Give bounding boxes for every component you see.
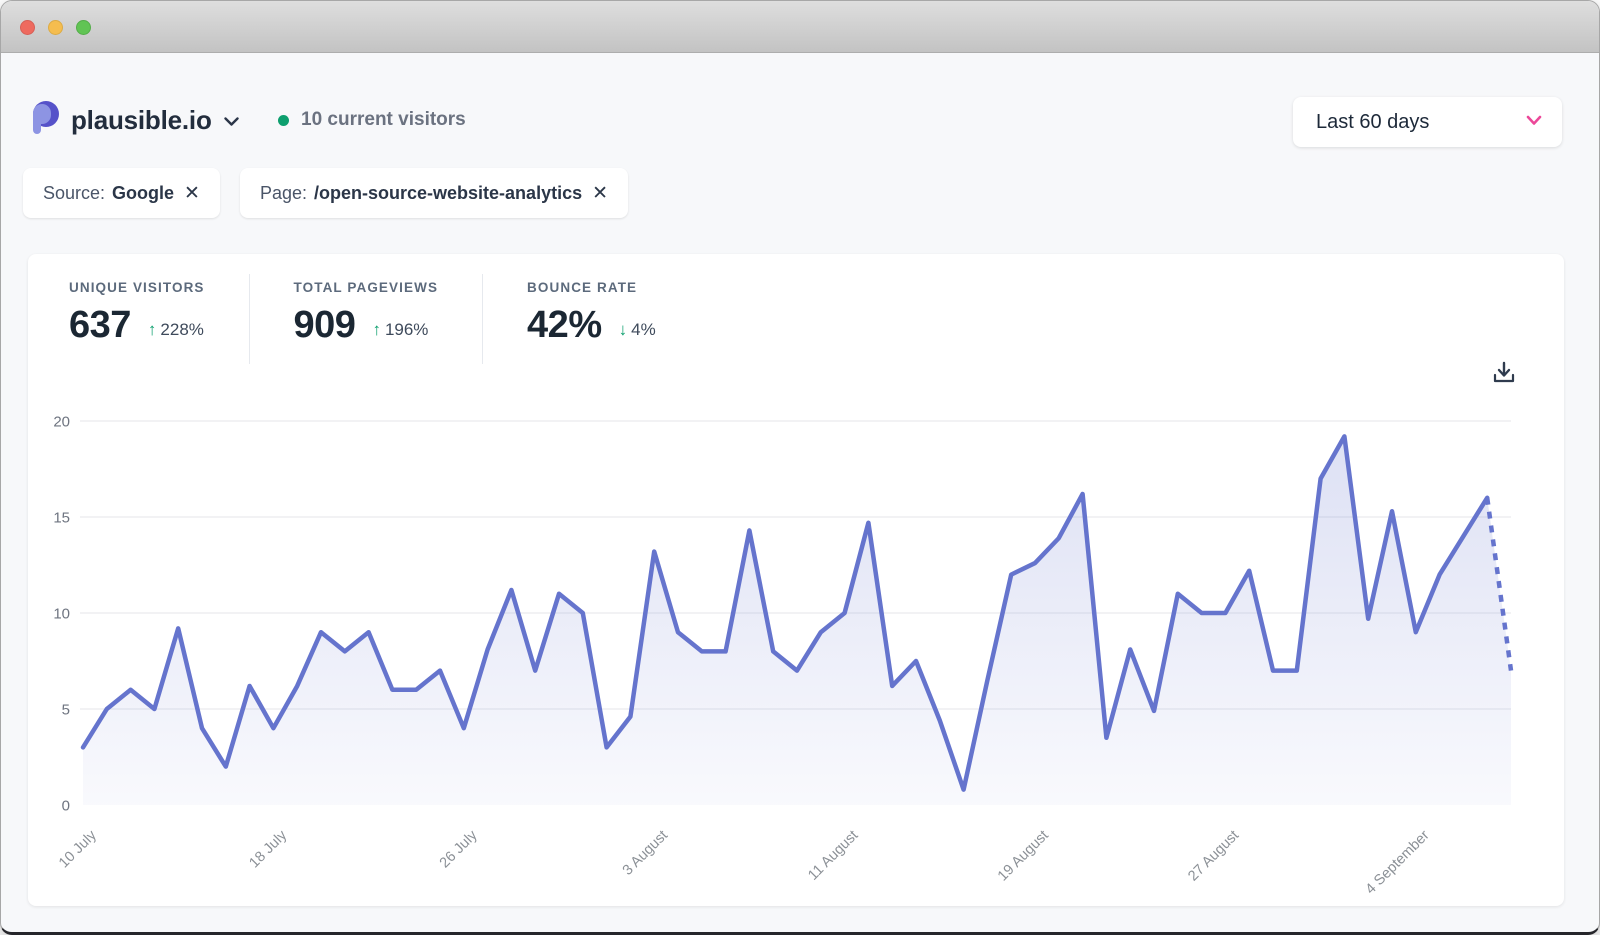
x-tick-label: 27 August — [1185, 828, 1242, 885]
y-tick-label: 0 — [62, 798, 70, 815]
window-minimize-button[interactable] — [48, 20, 63, 35]
window-close-button[interactable] — [20, 20, 35, 35]
filter-value: Google — [112, 183, 174, 204]
stat-label: TOTAL PAGEVIEWS — [294, 280, 439, 295]
area-fill — [83, 436, 1511, 805]
stat-change-value: 196% — [385, 320, 428, 340]
x-tick-label: 10 July — [56, 827, 100, 871]
x-tick-label: 26 July — [437, 827, 481, 871]
chevron-down-icon — [1526, 113, 1542, 131]
y-tick-label: 10 — [53, 606, 70, 623]
y-tick-label: 20 — [53, 414, 70, 431]
x-tick-label: 3 August — [620, 828, 671, 879]
stat-unique-visitors[interactable]: UNIQUE VISITORS 637 ↑228% — [69, 272, 249, 364]
stat-change-value: 228% — [160, 320, 203, 340]
chevron-down-icon — [224, 114, 239, 132]
x-tick-label: 4 September — [1363, 827, 1433, 897]
filter-value: /open-source-website-analytics — [314, 183, 582, 204]
stats-row: UNIQUE VISITORS 637 ↑228% TOTAL PAGEVIEW… — [69, 272, 700, 364]
app-window: plausible.io 10 current visitors Last 60… — [0, 0, 1600, 935]
current-visitors-label: 10 current visitors — [301, 109, 466, 131]
stat-label: UNIQUE VISITORS — [69, 280, 205, 295]
site-name: plausible.io — [71, 105, 212, 136]
filter-bar: Source: Google ✕ Page: /open-source-webs… — [23, 168, 628, 218]
remove-filter-icon[interactable]: ✕ — [592, 184, 608, 203]
stat-label: BOUNCE RATE — [527, 280, 656, 295]
x-tick-label: 18 July — [246, 827, 290, 871]
arrow-up-icon: ↑ — [372, 320, 381, 340]
stat-value: 909 — [294, 306, 356, 344]
current-visitors[interactable]: 10 current visitors — [278, 109, 466, 131]
y-tick-label: 5 — [62, 702, 70, 719]
stat-change-value: 4% — [631, 320, 656, 340]
date-range-label: Last 60 days — [1316, 111, 1429, 134]
stat-value: 637 — [69, 306, 131, 344]
stat-value: 42% — [527, 306, 602, 344]
download-icon[interactable] — [1492, 360, 1516, 390]
filter-pill-page[interactable]: Page: /open-source-website-analytics ✕ — [240, 168, 628, 218]
filter-prefix: Source: — [43, 183, 105, 204]
stat-total-pageviews[interactable]: TOTAL PAGEVIEWS 909 ↑196% — [250, 272, 483, 364]
site-switcher[interactable]: plausible.io — [29, 100, 239, 141]
date-range-select[interactable]: Last 60 days — [1293, 97, 1562, 147]
analytics-card: UNIQUE VISITORS 637 ↑228% TOTAL PAGEVIEW… — [28, 254, 1564, 906]
arrow-down-icon: ↓ — [619, 320, 628, 340]
stat-bounce-rate[interactable]: BOUNCE RATE 42% ↓4% — [483, 272, 700, 364]
x-tick-label: 19 August — [995, 828, 1052, 885]
y-tick-label: 15 — [53, 510, 70, 527]
window-titlebar — [1, 1, 1599, 53]
remove-filter-icon[interactable]: ✕ — [184, 184, 200, 203]
live-dot-icon — [278, 115, 289, 126]
plausible-logo-icon — [29, 100, 59, 141]
filter-prefix: Page: — [260, 183, 307, 204]
visitors-chart[interactable]: 20 15 10 5 0 10 July 18 July 26 July 3 August 11 … — [42, 394, 1526, 899]
chart-area: 20 15 10 5 0 10 July 18 July 26 July 3 August 11 … — [42, 394, 1526, 904]
window-zoom-button[interactable] — [76, 20, 91, 35]
x-tick-label: 11 August — [805, 828, 861, 884]
arrow-up-icon: ↑ — [148, 320, 157, 340]
filter-pill-source[interactable]: Source: Google ✕ — [23, 168, 220, 218]
